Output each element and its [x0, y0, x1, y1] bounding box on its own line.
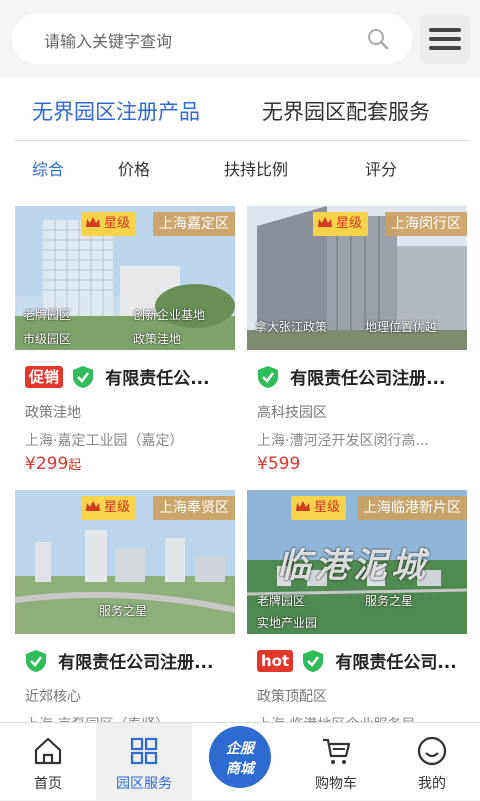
nav-label: 购物车 [315, 776, 357, 792]
product-title: 有限责任公... [105, 369, 210, 389]
star-rating-badge: 星级 [291, 496, 347, 520]
menu-icon [429, 28, 461, 32]
product-card[interactable]: 星级 上海嘉定区 老牌园区 创新企业基地 市级园区 政策洼地 促销 有限责任公.… [15, 206, 235, 476]
nav-profile[interactable]: 我的 [384, 723, 480, 801]
feature-tag: 实地产业园 [257, 616, 318, 630]
tab-support-services[interactable]: 无界园区配套服务 [262, 96, 430, 126]
product-category: 政策顶配区 [257, 689, 327, 705]
verified-shield-icon [258, 365, 278, 388]
feature-tag: 拿大张江政策 [255, 320, 328, 334]
verified-shield-icon [73, 365, 94, 388]
mall-logo: 企服 商城 [209, 726, 271, 788]
product-image: 星级 上海闵行区 拿大张江政策 地理位置优越 [247, 206, 467, 350]
nav-park-services[interactable]: 园区服务 [96, 723, 192, 801]
search-icon[interactable] [366, 27, 390, 51]
nav-label: 我的 [418, 776, 446, 792]
verified-shield-icon [26, 649, 46, 672]
product-price: ¥299起 [25, 454, 82, 474]
verified-shield-icon [303, 649, 324, 672]
smile-icon [417, 736, 447, 766]
crown-icon [86, 217, 100, 227]
search-input[interactable]: 请输入关键字查询 [12, 14, 412, 64]
feature-tag: 政策洼地 [133, 332, 182, 346]
product-category: 近郊核心 [25, 689, 81, 705]
tab-divider [14, 140, 470, 141]
menu-button[interactable] [420, 14, 470, 64]
product-title: 有限责任公司注册... [290, 369, 446, 389]
feature-tag: 创新企业基地 [133, 308, 206, 322]
product-location: 上海·漕河泾开发区闵行高... [257, 433, 429, 449]
sort-tab-overall[interactable]: 综合 [32, 156, 64, 180]
district-label: 上海临港新片区 [357, 496, 467, 520]
feature-tag: 老牌园区 [257, 594, 306, 608]
tab-registration-products[interactable]: 无界园区注册产品 [32, 96, 200, 126]
product-card[interactable]: 星级 上海闵行区 拿大张江政策 地理位置优越 有限责任公司注册... 高科技园区… [247, 206, 467, 476]
promo-badge: 促销 [25, 365, 64, 388]
cart-icon [323, 738, 351, 764]
star-rating-badge: 星级 [313, 212, 369, 236]
district-label: 上海嘉定区 [153, 212, 235, 236]
crown-icon [296, 501, 310, 511]
search-placeholder: 请输入关键字查询 [44, 32, 173, 51]
product-image: 星级 上海奉贤区 服务之星 [15, 490, 235, 634]
grid-icon [130, 737, 158, 765]
crown-icon [318, 217, 332, 227]
feature-tag: 服务之星 [99, 604, 148, 618]
feature-tag: 老牌园区 [23, 308, 72, 322]
product-category: 高科技园区 [257, 405, 327, 421]
product-price: ¥599 [257, 454, 301, 474]
hot-badge: hot [257, 649, 294, 672]
crown-icon [86, 501, 100, 511]
home-icon [34, 737, 62, 765]
product-image: 临港泥城 星级 上海临港新片区 老牌园区 服务之星 实地产业园 [247, 490, 467, 634]
product-location: 上海·嘉定工业园（嘉定） [25, 433, 184, 449]
nav-cart[interactable]: 购物车 [288, 723, 384, 801]
feature-tag: 地理位置优越 [365, 320, 438, 334]
sort-tab-price[interactable]: 价格 [118, 156, 150, 180]
product-category: 政策洼地 [25, 405, 81, 421]
top-bar: 请输入关键字查询 [0, 0, 480, 78]
nav-label: 首页 [34, 776, 62, 792]
product-title: 有限责任公司... [335, 653, 457, 673]
tabs-area: 无界园区注册产品 无界园区配套服务 综合 价格 扶持比例 评分 [0, 78, 480, 204]
star-rating-badge: 星级 [81, 212, 137, 236]
nav-label: 园区服务 [116, 776, 172, 792]
product-card[interactable]: 星级 上海奉贤区 服务之星 有限责任公司注册... 近郊核心 上海·京磊园区（奉… [15, 490, 235, 724]
product-image: 星级 上海嘉定区 老牌园区 创新企业基地 市级园区 政策洼地 [15, 206, 235, 350]
star-rating-badge: 星级 [81, 496, 137, 520]
product-title: 有限责任公司注册... [58, 653, 214, 673]
park-name-overlay: 临港泥城 [277, 546, 429, 586]
district-label: 上海奉贤区 [153, 496, 235, 520]
nav-home[interactable]: 首页 [0, 723, 96, 801]
sort-tab-rating[interactable]: 评分 [365, 156, 397, 180]
feature-tag: 服务之星 [365, 594, 414, 608]
product-card[interactable]: 临港泥城 星级 上海临港新片区 老牌园区 服务之星 实地产业园 hot 有限责任… [247, 490, 467, 724]
feature-tag: 市级园区 [23, 332, 72, 346]
sort-tab-support-ratio[interactable]: 扶持比例 [224, 156, 288, 180]
district-label: 上海闵行区 [385, 212, 467, 236]
nav-enterprise-mall[interactable]: 企服 商城 [192, 723, 288, 801]
bottom-nav: 首页 园区服务 企服 商城 购物车 我的 [0, 722, 480, 801]
product-grid: 星级 上海嘉定区 老牌园区 创新企业基地 市级园区 政策洼地 促销 有限责任公.… [0, 204, 480, 724]
